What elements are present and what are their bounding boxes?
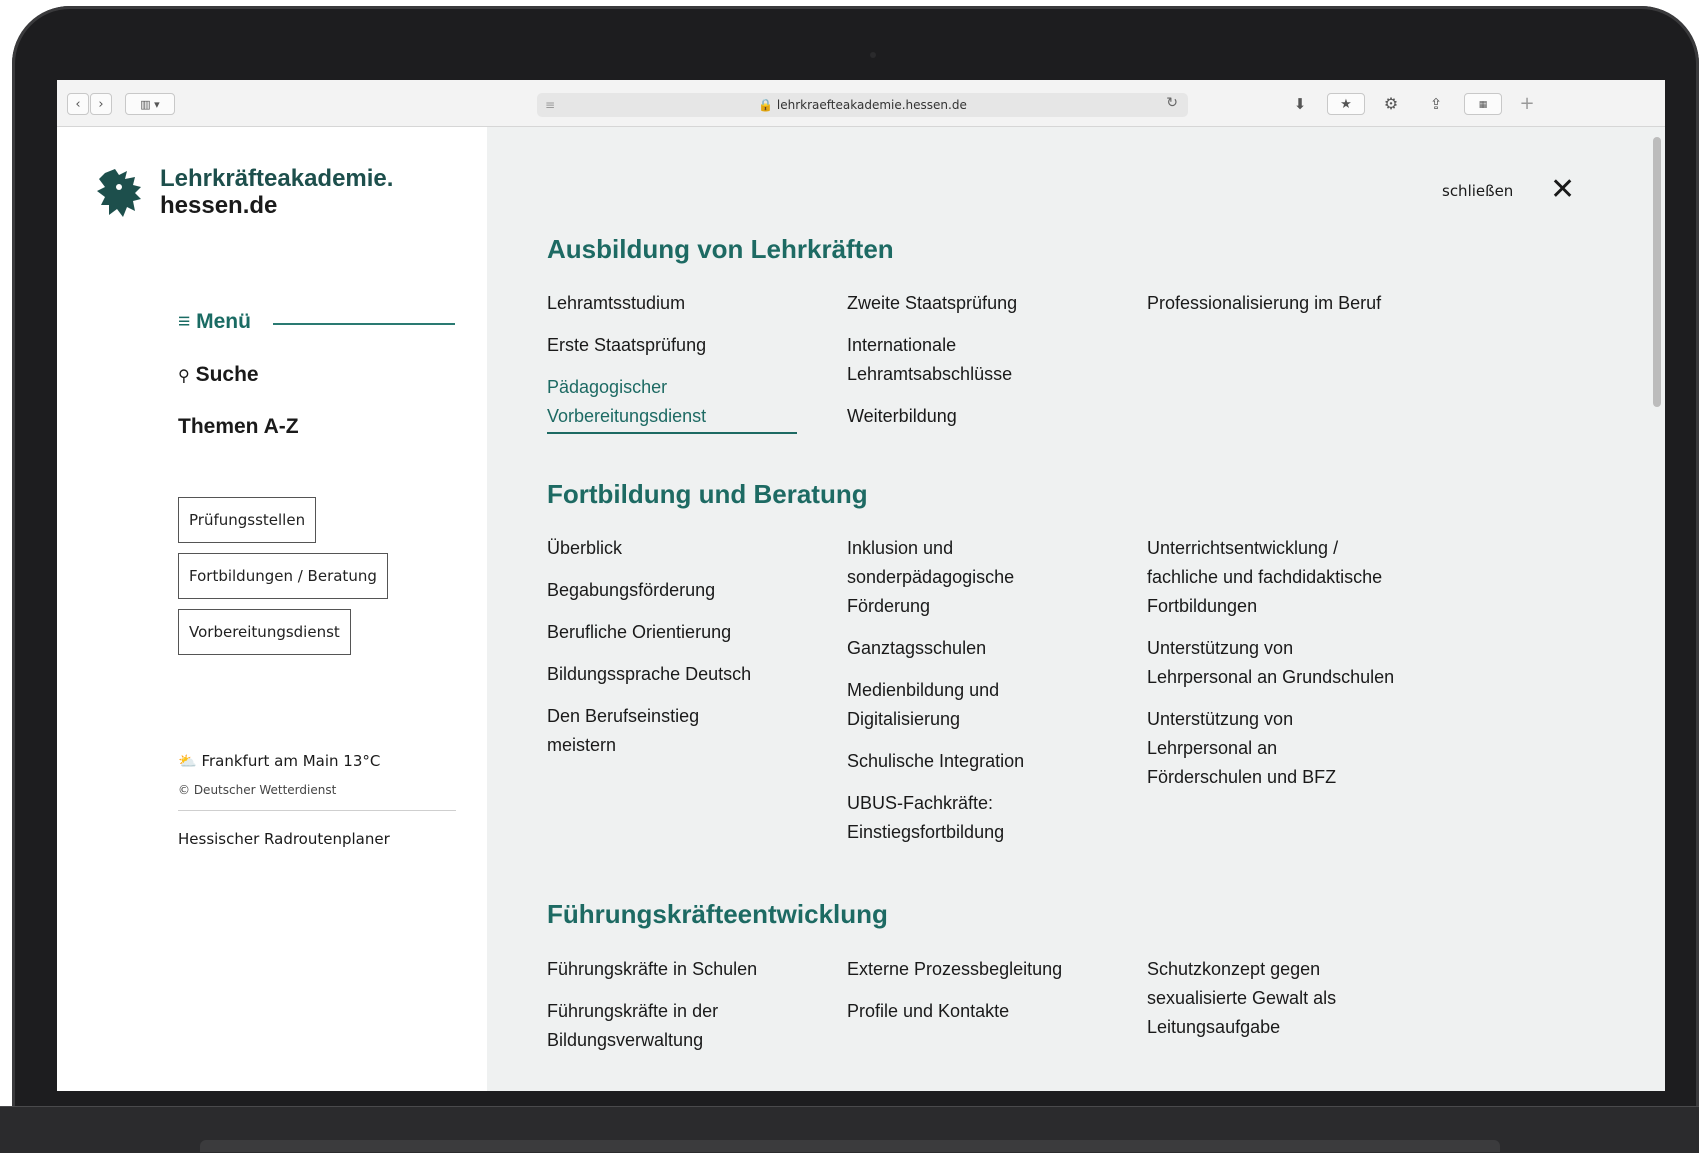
- ausbildung-col-2: Zweite Staatsprüfung Internationale Lehr…: [847, 289, 1107, 444]
- forward-icon[interactable]: ›: [90, 93, 112, 115]
- section-title-fuehrung[interactable]: Führungskräfteentwicklung: [547, 899, 888, 930]
- bookmark-icon[interactable]: ★: [1327, 93, 1365, 115]
- nav-link[interactable]: Führungskräfte in der Bildungsverwaltung: [547, 997, 777, 1055]
- fortbildungen-beratung-button[interactable]: Fortbildungen / Beratung: [178, 553, 388, 599]
- search-icon: ⚲: [178, 368, 190, 385]
- fortbildung-col-3: Unterrichtsentwicklung / fachliche und f…: [1147, 534, 1397, 805]
- nav-link[interactable]: Weiterbildung: [847, 402, 1107, 431]
- web-page: Lehrkräfteakademie. hessen.de ≡ Menü ⚲ S…: [57, 127, 1665, 1091]
- reload-icon[interactable]: ↻: [1166, 95, 1178, 111]
- nav-link[interactable]: Den Berufseinstieg meistern: [547, 702, 767, 760]
- ausbildung-col-3: Professionalisierung im Beruf: [1147, 289, 1397, 331]
- weather-text: Frankfurt am Main 13°C: [201, 752, 381, 770]
- nav-link[interactable]: Professionalisierung im Beruf: [1147, 289, 1397, 318]
- menu-toggle[interactable]: ≡ Menü: [178, 310, 478, 340]
- ausbildung-col-1: Lehramtsstudium Erste Staatsprüfung Päda…: [547, 289, 807, 447]
- site-logo-text[interactable]: Lehrkräfteakademie. hessen.de: [160, 165, 393, 219]
- vorbereitungsdienst-button[interactable]: Vorbereitungsdienst: [178, 609, 351, 655]
- main-menu-panel: schließen ✕ Ausbildung von Lehrkräften L…: [487, 127, 1665, 1091]
- tabs-overview-icon[interactable]: ▦: [1464, 93, 1502, 115]
- back-icon[interactable]: ‹: [67, 93, 89, 115]
- nav-link[interactable]: Zweite Staatsprüfung: [847, 289, 1107, 318]
- nav-link-active[interactable]: Pädagogischer Vorbereitungsdienst: [547, 373, 797, 434]
- menu-label: ≡ Menü: [178, 310, 251, 333]
- new-tab-icon[interactable]: +: [1512, 93, 1542, 115]
- sidebar: Lehrkräfteakademie. hessen.de ≡ Menü ⚲ S…: [57, 127, 487, 1091]
- close-icon: ✕: [1550, 172, 1576, 207]
- laptop-base-notch: [200, 1140, 1500, 1152]
- weather-source: © Deutscher Wetterdienst: [178, 783, 337, 797]
- nav-link[interactable]: Inklusion und sonderpädagogische Förderu…: [847, 534, 1077, 621]
- topics-az-link[interactable]: Themen A-Z: [178, 415, 299, 439]
- logo-line1: Lehrkräfteakademie.: [160, 165, 394, 192]
- menu-underline: [273, 323, 455, 325]
- nav-link[interactable]: Medienbildung und Digitalisierung: [847, 676, 1077, 734]
- pruefungsstellen-button[interactable]: Prüfungsstellen: [178, 497, 317, 543]
- share-icon[interactable]: ⇪: [1420, 93, 1452, 115]
- scrollbar[interactable]: [1653, 137, 1661, 407]
- address-bar[interactable]: ≡ 🔒 lehrkraefteakademie.hessen.de ↻: [537, 93, 1188, 117]
- logo-line2: hessen.de: [160, 192, 278, 219]
- camera-dot: [870, 52, 876, 58]
- nav-link[interactable]: Berufliche Orientierung: [547, 618, 807, 647]
- nav-link[interactable]: Internationale Lehramtsabschlüsse: [847, 331, 1067, 389]
- fuehrung-col-1: Führungskräfte in Schulen Führungskräfte…: [547, 955, 777, 1068]
- url-value: lehrkraefteakademie.hessen.de: [776, 98, 967, 112]
- search-label: Suche: [195, 363, 259, 386]
- url-text: 🔒 lehrkraefteakademie.hessen.de: [758, 98, 967, 112]
- close-label: schließen: [1442, 182, 1514, 200]
- nav-link[interactable]: Erste Staatsprüfung: [547, 331, 807, 360]
- fortbildung-col-2: Inklusion und sonderpädagogische Förderu…: [847, 534, 1077, 860]
- weather-cloud-sun-icon: ⛅: [178, 752, 197, 770]
- radroutenplaner-link[interactable]: Hessischer Radroutenplaner: [178, 830, 390, 848]
- sidebar-toggle-icon[interactable]: ▥ ▾: [125, 93, 175, 115]
- hessen-lion-logo-icon[interactable]: [95, 165, 147, 221]
- nav-link[interactable]: Ganztagsschulen: [847, 634, 1077, 663]
- nav-link[interactable]: Lehramtsstudium: [547, 289, 807, 318]
- nav-link[interactable]: Unterrichtsentwicklung / fachliche und f…: [1147, 534, 1397, 621]
- nav-link[interactable]: Führungskräfte in Schulen: [547, 955, 777, 984]
- nav-link[interactable]: Begabungsförderung: [547, 576, 807, 605]
- nav-link[interactable]: Unterstützung von Lehrpersonal an Grunds…: [1147, 634, 1397, 692]
- nav-link[interactable]: Schutzkonzept gegen sexualisierte Gewalt…: [1147, 955, 1397, 1042]
- fortbildung-col-1: Überblick Begabungsförderung Berufliche …: [547, 534, 807, 773]
- screen: ‹ › ▥ ▾ ≡ 🔒 lehrkraefteakademie.hessen.d…: [57, 80, 1665, 1091]
- sidebar-divider: [178, 810, 456, 811]
- weather-widget: ⛅ Frankfurt am Main 13°C: [178, 752, 380, 770]
- section-title-ausbildung[interactable]: Ausbildung von Lehrkräften: [547, 234, 894, 265]
- fuehrung-col-2: Externe Prozessbegleitung Profile und Ko…: [847, 955, 1077, 1039]
- nav-link[interactable]: Überblick: [547, 534, 807, 563]
- nav-link[interactable]: UBUS-Fachkräfte: Einstiegsfortbildung: [847, 789, 1077, 847]
- nav-link[interactable]: Bildungssprache Deutsch: [547, 660, 807, 689]
- download-icon[interactable]: ⬇: [1285, 93, 1315, 115]
- browser-toolbar: ‹ › ▥ ▾ ≡ 🔒 lehrkraefteakademie.hessen.d…: [57, 80, 1665, 127]
- section-title-fortbildung[interactable]: Fortbildung und Beratung: [547, 479, 868, 510]
- nav-link[interactable]: Schulische Integration: [847, 747, 1077, 776]
- nav-link[interactable]: Externe Prozessbegleitung: [847, 955, 1077, 984]
- extension-icon[interactable]: ⚙: [1375, 93, 1407, 115]
- search-link[interactable]: ⚲ Suche: [178, 363, 259, 387]
- nav-link[interactable]: Unterstützung von Lehrpersonal an Förder…: [1147, 705, 1397, 792]
- fuehrung-col-3: Schutzkonzept gegen sexualisierte Gewalt…: [1147, 955, 1397, 1055]
- nav-link[interactable]: Profile und Kontakte: [847, 997, 1077, 1026]
